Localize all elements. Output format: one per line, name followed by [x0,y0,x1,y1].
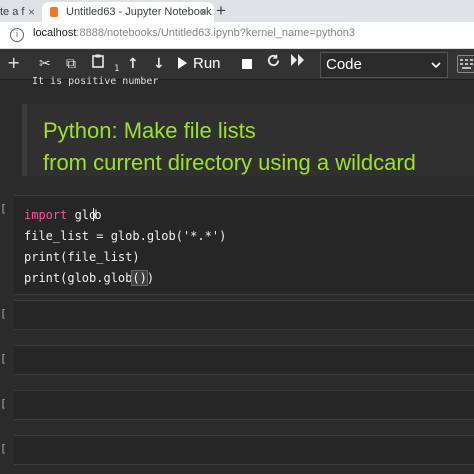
run-label: Run [193,55,221,72]
keyword-import: import [24,208,68,222]
code-line-3: print(file_list) [24,250,140,264]
empty-code-cell[interactable] [14,300,474,330]
jupyter-favicon-icon [50,7,58,17]
copy-icon[interactable]: ⧉ [66,54,76,74]
notebook-area: 1 It is positive number Python: Make fil… [0,64,474,474]
browser-tab-active[interactable]: Untitled63 - Jupyter Notebook × [42,2,214,22]
keyboard-icon[interactable] [457,55,474,73]
empty-code-cell[interactable] [14,345,474,375]
browser-tab-title: Untitled63 - Jupyter Notebook [66,6,212,18]
address-bar[interactable]: i localhost:8888/notebooks/Untitled63.ip… [0,22,474,49]
code-line-4-tail: ) [146,271,155,285]
url-field[interactable]: localhost:8888/notebooks/Untitled63.ipyn… [33,27,355,39]
markdown-cell[interactable]: Python: Make file lists from current dir… [22,104,474,176]
new-tab-button[interactable]: + [216,1,226,21]
fast-forward-icon[interactable] [290,53,306,73]
markdown-heading-line-2: from current directory using a wildcard [43,150,416,175]
empty-code-cell[interactable] [14,390,474,420]
cell-type-value: Code [326,56,362,73]
markdown-heading-line-1: Python: Make file lists [43,118,256,143]
url-host: localhost [33,27,77,39]
code-line-1: import glob [24,208,102,222]
cut-icon[interactable]: ✂ [39,54,51,74]
cell-type-select[interactable]: Code [320,52,448,78]
previous-cell-output: It is positive number [32,76,159,87]
stop-button[interactable] [242,59,252,69]
matched-paren-highlight: () [131,270,148,286]
code-line-1-tail: b [94,208,102,222]
code-line-1-text: glo [67,208,97,222]
url-path: :8888/notebooks/Untitled63.ipynb?kernel_… [76,27,355,39]
move-up-button[interactable]: ↑ [127,54,139,74]
code-line-4: print(glob.glob()) [24,270,155,286]
browser-tab-previous-label: te a f [0,6,25,18]
code-line-4-text: print(glob.glob [24,271,133,285]
info-icon[interactable]: i [10,28,24,42]
previous-output-fragment: 1 [114,64,120,74]
close-icon[interactable]: × [200,2,207,22]
run-button[interactable]: Run [178,52,221,76]
close-icon[interactable]: × [28,2,38,22]
code-line-2: file_list = glob.glob('*.*') [24,229,227,243]
play-icon [178,57,187,69]
paste-icon[interactable] [92,54,104,74]
restart-kernel-button[interactable] [266,53,281,73]
code-cell-editor[interactable]: import glob file_list = glob.glob('*.*')… [14,195,474,295]
move-down-button[interactable]: ↓ [153,54,165,74]
empty-code-cell[interactable] [14,435,474,465]
browser-tab-bar: te a f × Untitled63 - Jupyter Notebook ×… [0,0,474,22]
add-cell-button[interactable]: + [7,53,20,73]
